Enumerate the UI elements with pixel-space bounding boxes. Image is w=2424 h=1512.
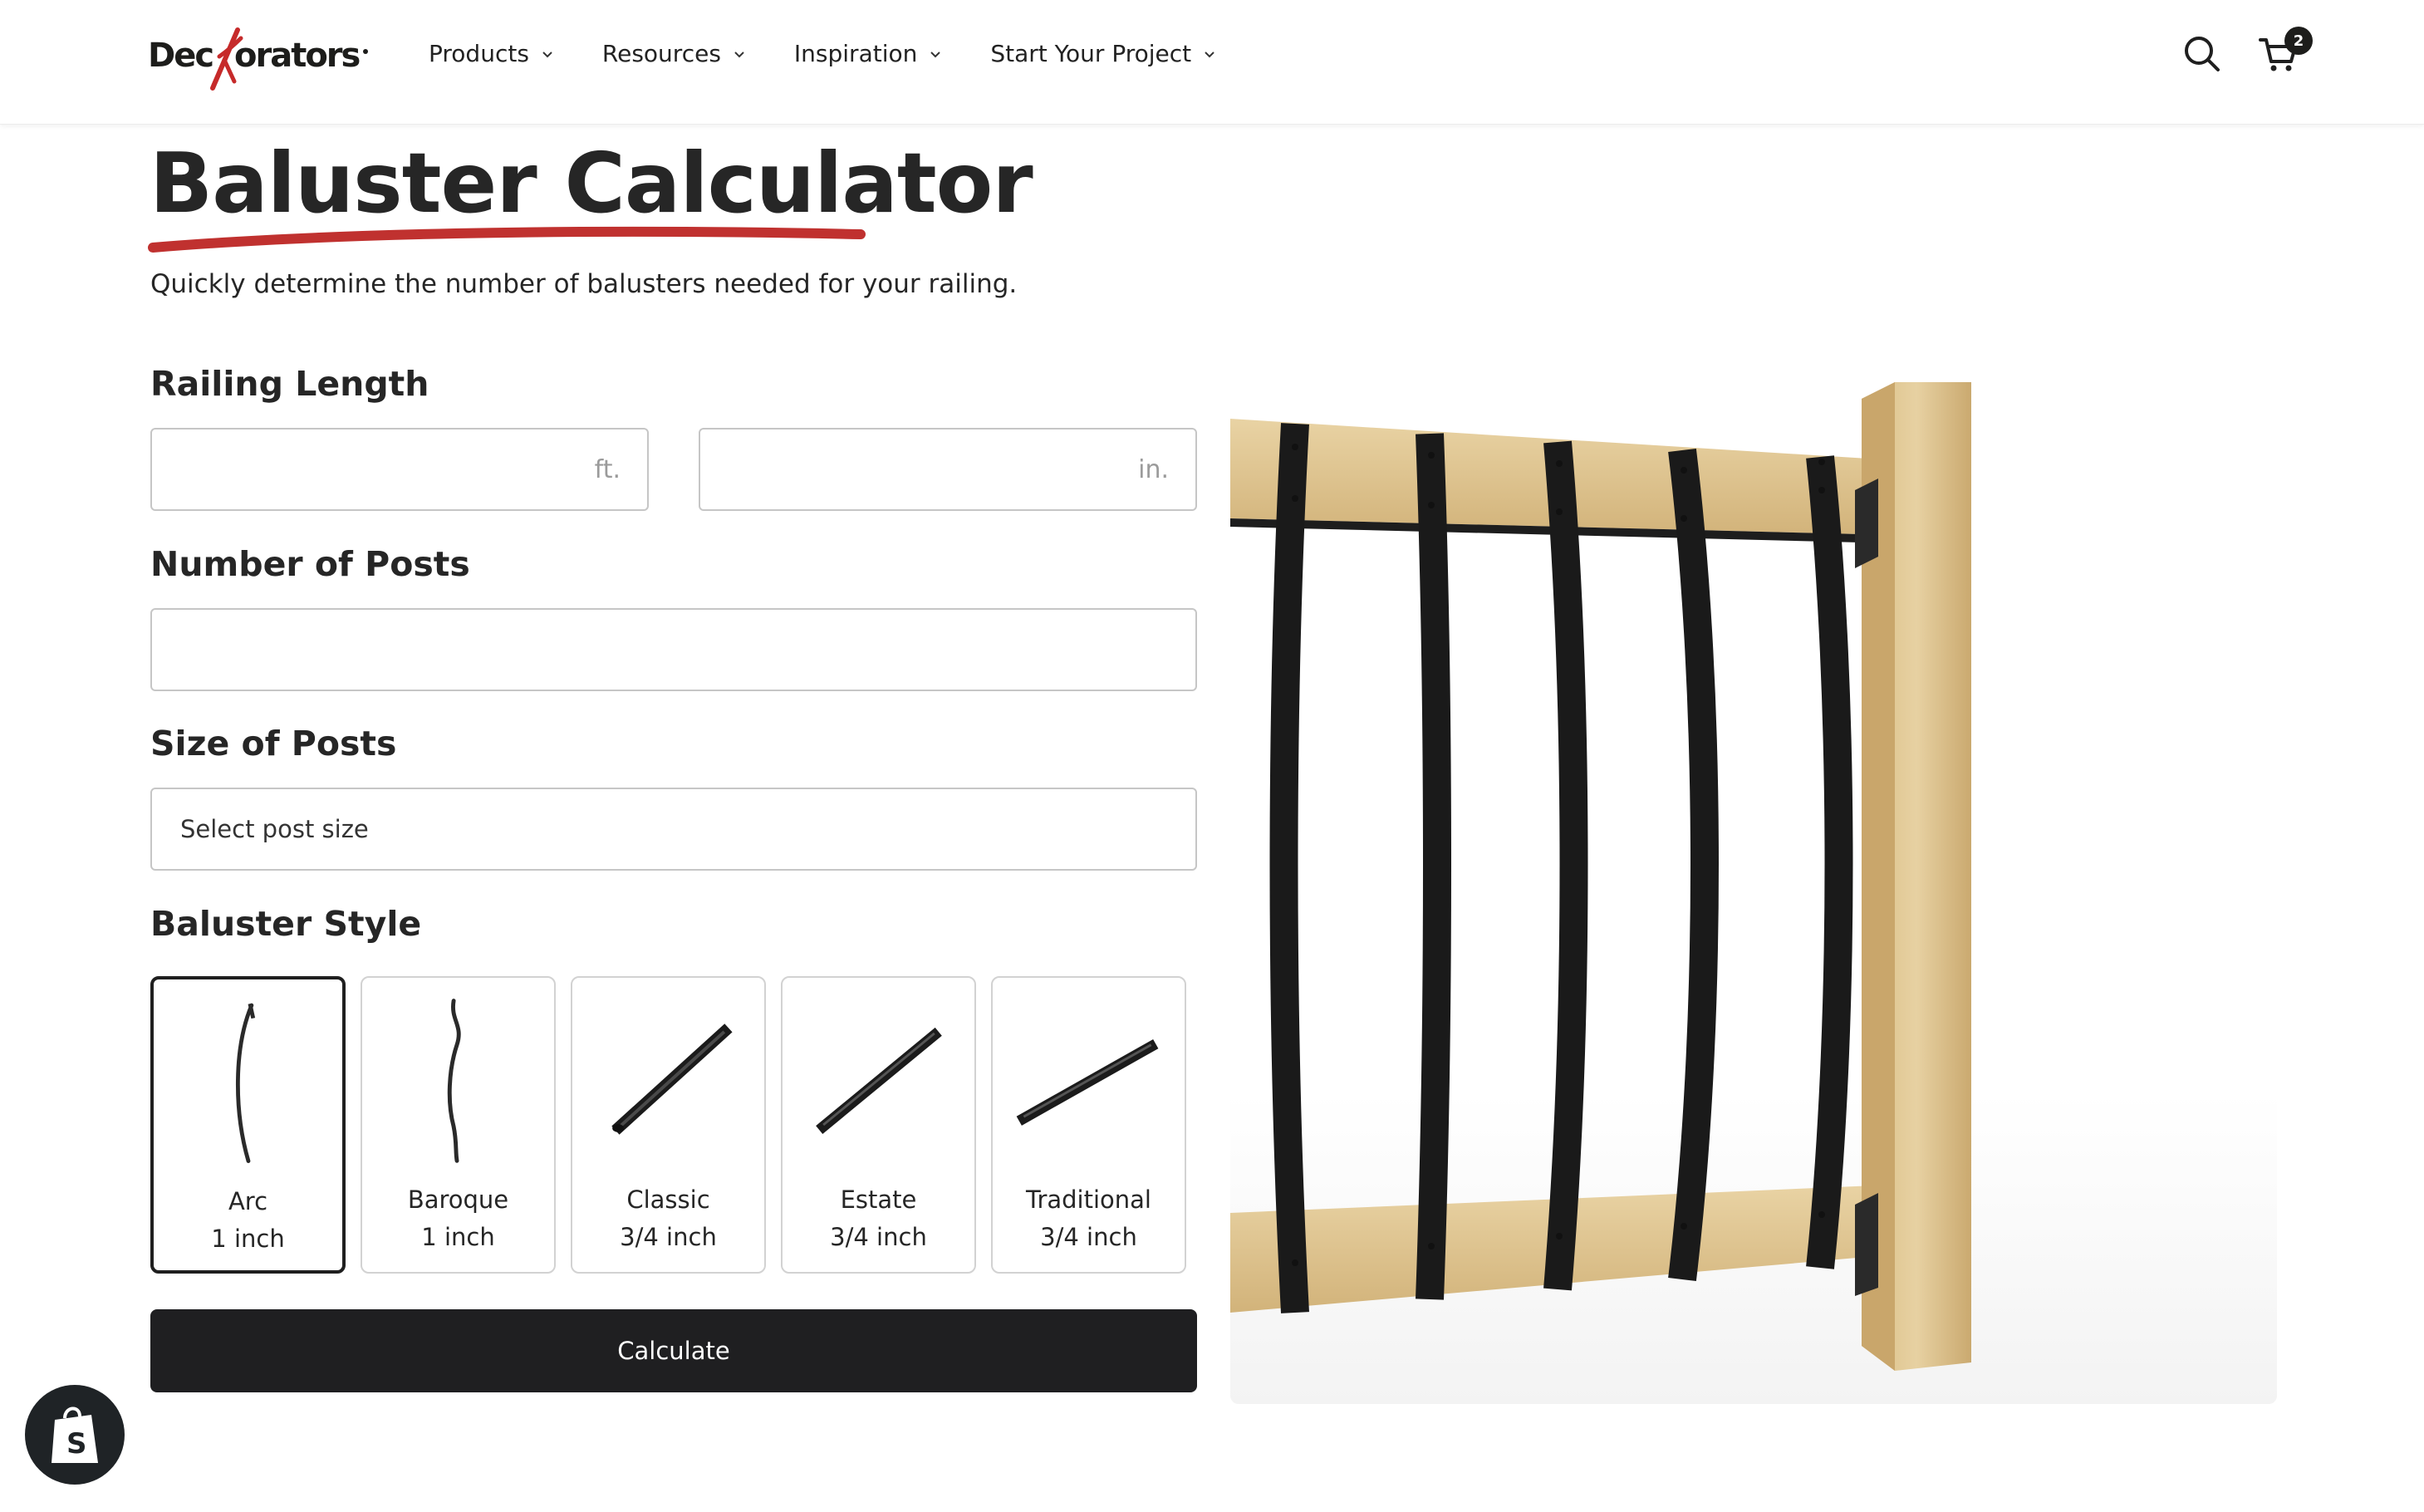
shopify-chat-button[interactable]: S	[25, 1385, 125, 1485]
classic-baluster-image	[611, 1024, 733, 1135]
railing-illustration	[1230, 366, 2277, 1404]
style-name: Classic	[626, 1186, 710, 1214]
search-icon	[2185, 37, 2220, 71]
style-option-classic[interactable]: Classic 3/4 inch	[571, 976, 766, 1274]
post-size-select[interactable]: Select post size	[150, 788, 1197, 871]
svg-text:Dec: Dec	[148, 37, 213, 75]
style-size: 1 inch	[421, 1223, 495, 1251]
logo-graphic: Dec orators	[148, 27, 368, 91]
nav-inspiration[interactable]: Inspiration	[794, 40, 942, 67]
baroque-baluster-image	[447, 999, 461, 1163]
style-option-arc[interactable]: Arc 1 inch	[150, 976, 346, 1274]
style-name: Traditional	[1026, 1186, 1151, 1214]
railing-length-inches-input[interactable]: in.	[699, 428, 1197, 511]
feet-suffix: ft.	[594, 454, 621, 484]
estate-baluster-image	[816, 1027, 942, 1134]
post-size-selected-value: Select post size	[180, 815, 369, 843]
header-actions: 2	[2181, 27, 2313, 75]
nav-start-your-project-label: Start Your Project	[990, 40, 1192, 67]
svg-text:S: S	[66, 1427, 87, 1460]
chevron-down-icon	[734, 51, 744, 57]
page-title: Baluster Calculator	[150, 135, 1033, 232]
style-option-baroque[interactable]: Baroque 1 inch	[361, 976, 556, 1274]
page-subtitle: Quickly determine the number of baluster…	[150, 269, 1018, 299]
deckorators-logo[interactable]: Dec orators	[148, 23, 369, 93]
railing-length-feet-input[interactable]: ft.	[150, 428, 649, 511]
calculate-button[interactable]: Calculate	[150, 1309, 1197, 1392]
search-button[interactable]	[2181, 33, 2223, 75]
baluster-style-label: Baluster Style	[150, 904, 422, 944]
nav-start-your-project[interactable]: Start Your Project	[990, 40, 1216, 67]
style-size: 3/4 inch	[620, 1223, 717, 1251]
title-underline-swash	[148, 226, 866, 253]
traditional-baluster-image	[1016, 1038, 1159, 1126]
style-size: 3/4 inch	[1040, 1223, 1137, 1251]
style-size: 1 inch	[211, 1225, 285, 1253]
nav-inspiration-label: Inspiration	[793, 40, 918, 67]
main-nav: Products Resources Inspiration Start You…	[429, 40, 1264, 67]
style-option-traditional[interactable]: Traditional 3/4 inch	[991, 976, 1186, 1274]
style-name: Baroque	[407, 1186, 509, 1214]
chevron-down-icon	[930, 51, 941, 57]
railing-illustration-graphic	[1230, 382, 1971, 1371]
number-of-posts-label: Number of Posts	[150, 544, 470, 584]
style-name: Arc	[228, 1187, 268, 1215]
chevron-down-icon	[1205, 51, 1214, 57]
style-option-estate[interactable]: Estate 3/4 inch	[781, 976, 976, 1274]
nav-products[interactable]: Products	[429, 40, 554, 67]
baluster-style-options: Arc 1 inch Baroque 1 inch Classic 3/4 in…	[150, 976, 1186, 1274]
style-size: 3/4 inch	[830, 1223, 927, 1251]
shopify-bag-icon: S	[52, 1406, 98, 1463]
size-of-posts-label: Size of Posts	[150, 724, 397, 763]
railing-length-label: Railing Length	[150, 364, 429, 404]
cart-count-badge: 2	[2284, 27, 2313, 55]
svg-text:orators: orators	[234, 37, 360, 75]
number-of-posts-input[interactable]	[150, 608, 1197, 691]
site-header: Dec orators Products Resources Inspirati…	[0, 0, 2424, 125]
nav-products-label: Products	[429, 40, 529, 67]
nav-resources[interactable]: Resources	[602, 40, 746, 67]
arc-baluster-image	[236, 1003, 256, 1163]
style-name: Estate	[840, 1186, 917, 1214]
nav-resources-label: Resources	[601, 40, 721, 67]
cart-button[interactable]: 2	[2258, 27, 2313, 75]
inches-suffix: in.	[1138, 454, 1169, 484]
chevron-down-icon	[542, 51, 552, 57]
